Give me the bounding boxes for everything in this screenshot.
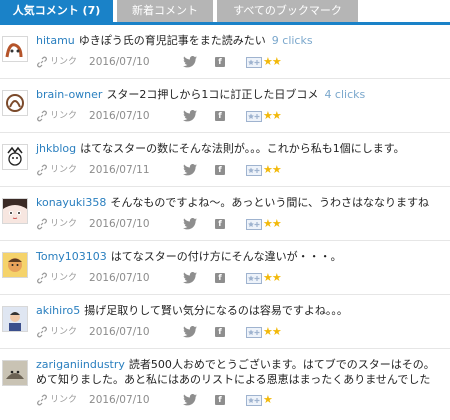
twitter-icon[interactable] [183, 218, 198, 230]
comment-meta: リンク 2016/07/10 f ★ [36, 393, 273, 407]
add-star-icon[interactable] [246, 326, 263, 338]
user-link[interactable]: brain-owner [36, 88, 102, 101]
comment-date[interactable]: 2016/07/11 [89, 163, 179, 177]
comment-text: はてなスターの付け方にそんな違いが・・・。 [110, 250, 342, 263]
avatar[interactable] [2, 306, 28, 332]
list-item: Tomy103103 はてなスターの付け方にそんな違いが・・・。 リンク 2016… [0, 241, 450, 295]
comment-date[interactable]: 2016/07/10 [89, 109, 179, 123]
link-label[interactable]: リンク [50, 55, 77, 69]
avatar[interactable] [2, 360, 28, 386]
star-list[interactable]: ★★ [263, 109, 282, 123]
facebook-icon[interactable]: f [215, 57, 226, 67]
comment-tabs: 人気コメント (7) 新着コメント すべてのブックマーク [0, 0, 450, 25]
comment-text: スター2コ押しから1コに訂正した日ブコメ [106, 88, 319, 101]
comment-text-continued: めて知りました。あと私にはあのリストによる恩恵はまったくありませんでした [36, 373, 431, 386]
twitter-icon[interactable] [183, 56, 198, 68]
facebook-icon[interactable]: f [215, 111, 226, 121]
star-list[interactable]: ★★ [263, 271, 282, 285]
comment-text: 読者500人おめでとうございます。はてブでのスターはその。 [128, 358, 435, 371]
link-icon[interactable] [36, 110, 48, 122]
facebook-icon[interactable]: f [215, 327, 226, 337]
add-star-icon[interactable] [246, 218, 263, 230]
twitter-icon[interactable] [183, 326, 198, 338]
user-link[interactable]: akihiro5 [36, 304, 80, 317]
link-icon[interactable] [36, 218, 48, 230]
facebook-icon[interactable]: f [215, 273, 226, 283]
star-list[interactable]: ★★ [263, 217, 282, 231]
click-count[interactable]: 4 clicks [324, 88, 365, 101]
tab-popular-comments[interactable]: 人気コメント (7) [0, 0, 113, 22]
facebook-icon[interactable]: f [215, 395, 226, 405]
comment-text: そんなものですよね〜。あっという間に、うわさはななりますね [110, 196, 429, 209]
list-item: akihiro5 揚げ足取りして賢い気分になるのは容易ですよね。。。 リンク 20… [0, 295, 450, 349]
star-list[interactable]: ★ [263, 393, 273, 407]
link-icon[interactable] [36, 56, 48, 68]
avatar[interactable] [2, 252, 28, 278]
avatar[interactable] [2, 36, 28, 62]
avatar[interactable] [2, 90, 28, 116]
add-star-icon[interactable] [246, 272, 263, 284]
list-item: brain-owner スター2コ押しから1コに訂正した日ブコメ 4 clicks … [0, 79, 450, 133]
comment-meta: リンク 2016/07/10 f ★★ [36, 55, 282, 69]
facebook-icon[interactable]: f [215, 219, 226, 229]
user-link[interactable]: konayuki358 [36, 196, 106, 209]
comment-meta: リンク 2016/07/10 f ★★ [36, 109, 282, 123]
tab-new-comments[interactable]: 新着コメント [117, 0, 213, 22]
comment-date[interactable]: 2016/07/10 [89, 393, 179, 407]
user-link[interactable]: Tomy103103 [36, 250, 107, 263]
user-link[interactable]: hitamu [36, 34, 75, 47]
star-list[interactable]: ★★ [263, 55, 282, 69]
comment-list: hitamu ゆきぽう氏の育児記事をまた読みたい 9 clicks リンク 2016… [0, 25, 450, 419]
comment-meta: リンク 2016/07/10 f ★★ [36, 325, 282, 339]
list-item: zariganiindustry 読者500人おめでとうございます。はてブでのスタ… [0, 349, 450, 419]
link-label[interactable]: リンク [50, 393, 77, 407]
comment-text: はてなスターの数にそんな法則が。。。これから私も1個にします。 [80, 142, 405, 155]
comment-text: 揚げ足取りして賢い気分になるのは容易ですよね。。。 [84, 304, 348, 317]
star-list[interactable]: ★★ [263, 325, 282, 339]
user-link[interactable]: zariganiindustry [36, 358, 125, 371]
comment-date[interactable]: 2016/07/10 [89, 217, 179, 231]
twitter-icon[interactable] [183, 394, 198, 406]
twitter-icon[interactable] [183, 110, 198, 122]
star-list[interactable]: ★★ [263, 163, 282, 177]
tab-all-bookmarks[interactable]: すべてのブックマーク [217, 0, 358, 22]
link-label[interactable]: リンク [50, 109, 77, 123]
comment-date[interactable]: 2016/07/10 [89, 271, 179, 285]
add-star-icon[interactable] [246, 164, 263, 176]
add-star-icon[interactable] [246, 394, 263, 406]
link-label[interactable]: リンク [50, 271, 77, 285]
link-label[interactable]: リンク [50, 163, 77, 177]
comment-meta: リンク 2016/07/10 f ★★ [36, 271, 282, 285]
comment-text: ゆきぽう氏の育児記事をまた読みたい [78, 34, 266, 47]
avatar[interactable] [2, 144, 28, 170]
list-item: hitamu ゆきぽう氏の育児記事をまた読みたい 9 clicks リンク 2016… [0, 25, 450, 79]
link-icon[interactable] [36, 272, 48, 284]
avatar[interactable] [2, 198, 28, 224]
list-item: jhkblog はてなスターの数にそんな法則が。。。これから私も1個にします。 リ… [0, 133, 450, 187]
link-icon[interactable] [36, 164, 48, 176]
link-label[interactable]: リンク [50, 325, 77, 339]
comment-meta: リンク 2016/07/11 f ★★ [36, 163, 282, 177]
click-count[interactable]: 9 clicks [272, 34, 313, 47]
link-label[interactable]: リンク [50, 217, 77, 231]
comment-date[interactable]: 2016/07/10 [89, 55, 179, 69]
list-item: konayuki358 そんなものですよね〜。あっという間に、うわさはななりますね… [0, 187, 450, 241]
user-link[interactable]: jhkblog [36, 142, 76, 155]
facebook-icon[interactable]: f [215, 165, 226, 175]
comment-date[interactable]: 2016/07/10 [89, 325, 179, 339]
comment-meta: リンク 2016/07/10 f ★★ [36, 217, 282, 231]
link-icon[interactable] [36, 394, 48, 406]
add-star-icon[interactable] [246, 56, 263, 68]
twitter-icon[interactable] [183, 272, 198, 284]
twitter-icon[interactable] [183, 164, 198, 176]
link-icon[interactable] [36, 326, 48, 338]
add-star-icon[interactable] [246, 110, 263, 122]
